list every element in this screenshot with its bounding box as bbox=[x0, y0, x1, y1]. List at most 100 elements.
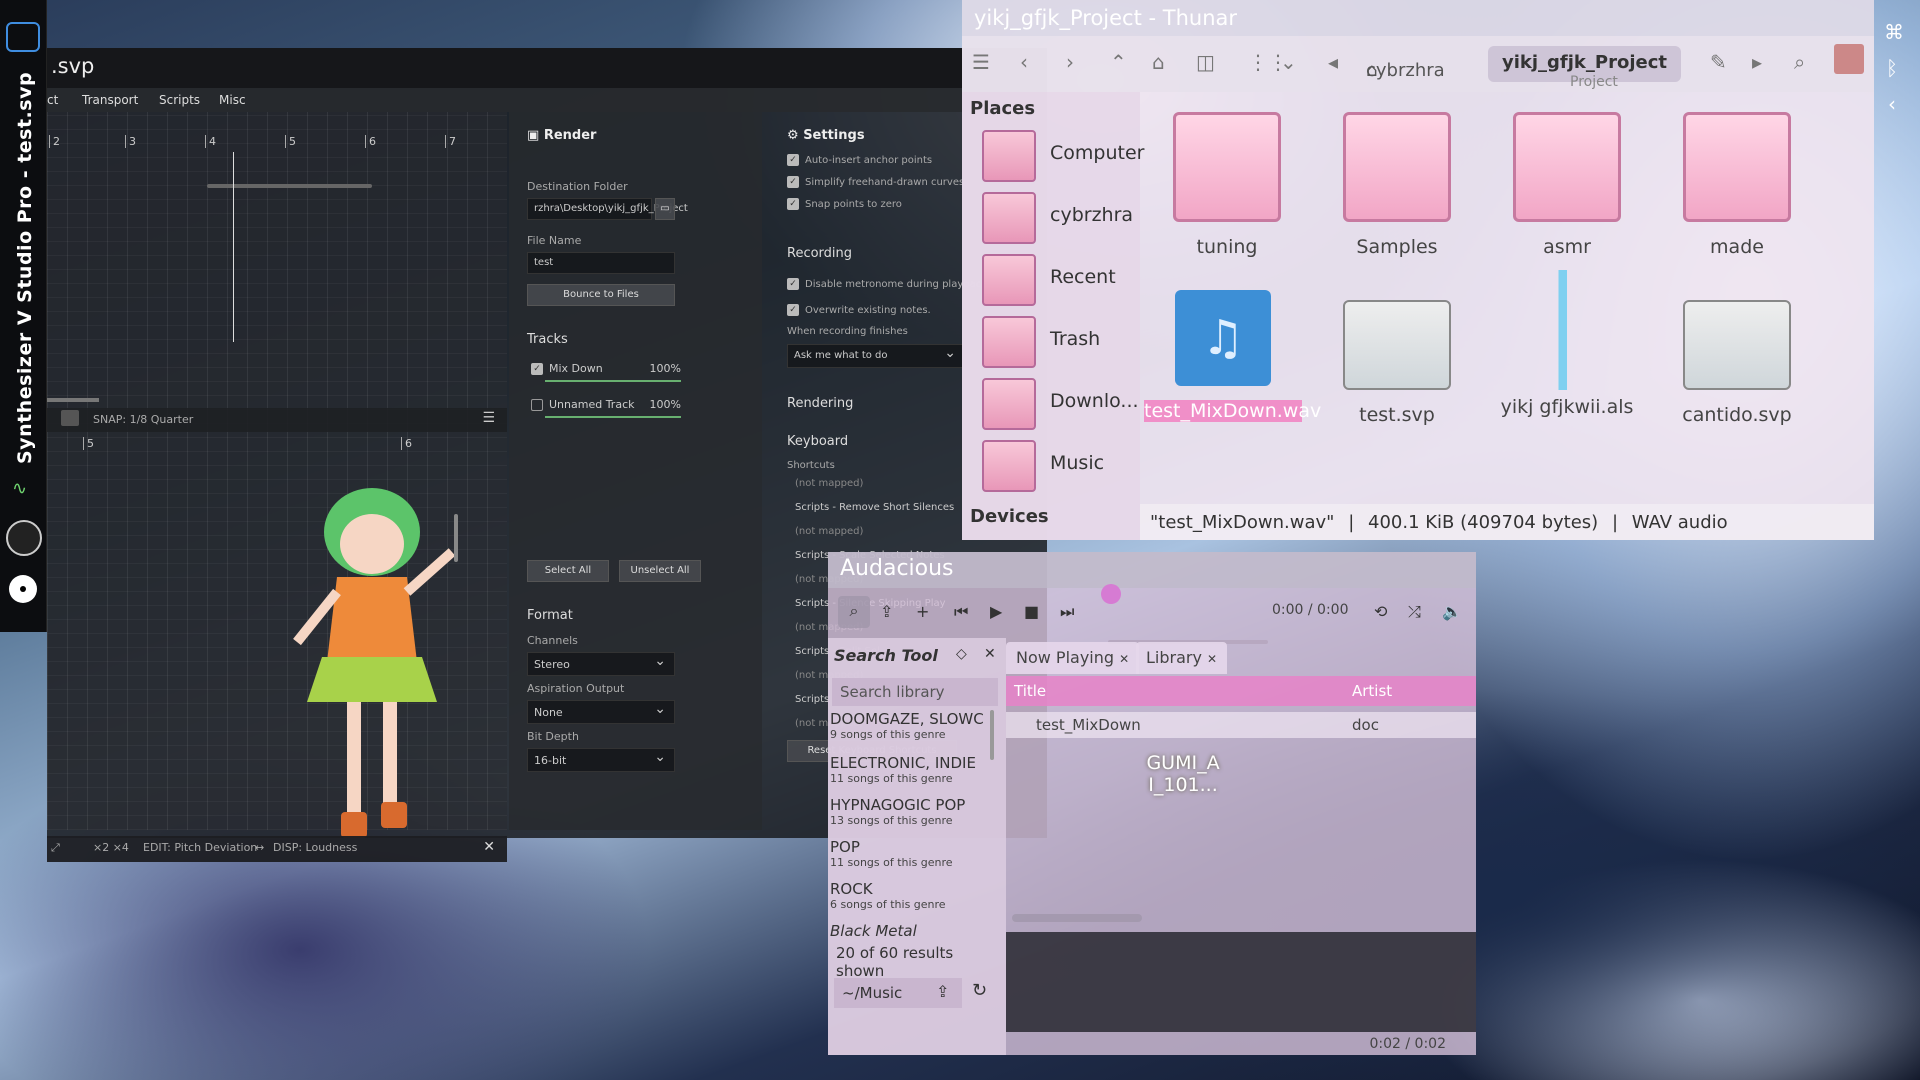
split-view-icon[interactable]: ◫ bbox=[1196, 50, 1215, 74]
home-icon[interactable]: ⌂ bbox=[1152, 50, 1165, 74]
timeline-ruler[interactable]: 2 3 4 5 6 7 bbox=[47, 132, 507, 152]
vertical-scrollbar[interactable] bbox=[454, 514, 458, 562]
file-name-field[interactable]: test bbox=[527, 252, 675, 274]
checkbox-icon[interactable] bbox=[531, 399, 543, 411]
display-mode[interactable]: DISP: Loudness bbox=[273, 841, 357, 854]
file-item-folder[interactable]: made bbox=[1662, 112, 1812, 258]
genre-item[interactable]: ELECTRONIC, INDIE 11 songs of this genre bbox=[830, 754, 1000, 785]
aspiration-select[interactable]: None bbox=[527, 700, 675, 724]
synthv-titlebar[interactable]: .svp bbox=[47, 48, 1047, 88]
right-arrow-icon[interactable]: ▸ bbox=[1752, 50, 1762, 74]
close-icon[interactable]: ✕ bbox=[1207, 652, 1217, 666]
place-recent[interactable]: Recent bbox=[982, 252, 1142, 308]
unselect-all-button[interactable]: Unselect All bbox=[619, 560, 701, 582]
checkbox-icon[interactable]: ✓ bbox=[787, 304, 799, 316]
file-item-svp[interactable]: cantido.svp bbox=[1662, 300, 1812, 426]
add-icon[interactable]: + bbox=[916, 602, 929, 621]
select-all-button[interactable]: Select All bbox=[527, 560, 609, 582]
genre-item[interactable]: DOOMGAZE, SLOWC 9 songs of this genre bbox=[830, 710, 1000, 741]
stop-icon[interactable]: ■ bbox=[1024, 602, 1039, 621]
swap-icon[interactable]: ↔ bbox=[255, 841, 264, 854]
file-item-folder[interactable]: asmr bbox=[1492, 112, 1642, 258]
upload-icon[interactable]: ⇪ bbox=[936, 982, 949, 1001]
shortcut-value[interactable]: (not mapped) bbox=[795, 526, 863, 537]
checkbox-icon[interactable]: ✓ bbox=[787, 176, 799, 188]
next-icon[interactable]: ⏭ bbox=[1060, 602, 1074, 622]
bounce-to-files-button[interactable]: Bounce to Files bbox=[527, 284, 675, 306]
edit-path-icon[interactable]: ✎ bbox=[1710, 50, 1727, 74]
genre-item[interactable]: ROCK 6 songs of this genre bbox=[830, 880, 1000, 911]
dest-folder-field[interactable]: rzhra\Desktop\yikj_gfjk_Project bbox=[527, 198, 688, 220]
audacious-titlebar[interactable]: Audacious bbox=[828, 552, 1476, 588]
place-music[interactable]: Music bbox=[982, 438, 1142, 494]
menu-item-misc[interactable]: Misc bbox=[219, 93, 246, 107]
place-trash[interactable]: Trash bbox=[982, 314, 1142, 370]
shuffle-icon[interactable]: ⤮ bbox=[1408, 602, 1421, 622]
search-library-input[interactable]: Search library bbox=[832, 678, 998, 706]
search-icon[interactable]: ⌕ bbox=[1794, 50, 1805, 74]
refresh-icon[interactable]: ↻ bbox=[972, 980, 987, 1001]
piano-roll[interactable]: 2 3 4 5 6 7 SNAP: 1/8 Quarter ☰ 5 6 ⤢ ×2… bbox=[47, 112, 507, 862]
command-icon[interactable]: ⌘ bbox=[1884, 20, 1904, 44]
setting-option[interactable]: ✓ Overwrite existing notes. bbox=[787, 304, 931, 316]
tab-library[interactable]: Library ✕ bbox=[1136, 642, 1228, 674]
folder-icon[interactable]: ▭ bbox=[655, 198, 675, 220]
shortcut-value[interactable]: (not mapped) bbox=[795, 478, 863, 489]
thunar-titlebar[interactable]: yikj_gfjk_Project - Thunar bbox=[962, 0, 1874, 36]
place-computer[interactable]: Computer bbox=[982, 128, 1144, 184]
bluetooth-icon[interactable]: ᛒ bbox=[1886, 56, 1898, 80]
menu-item-scripts[interactable]: Scripts bbox=[159, 93, 200, 107]
zoom-icon[interactable]: ⤢ bbox=[51, 841, 60, 855]
file-item-audio-selected[interactable]: ♫ test_MixDown.wav bbox=[1144, 284, 1321, 422]
back-icon[interactable]: ‹ bbox=[1020, 50, 1028, 74]
horizontal-scrollbar[interactable] bbox=[207, 184, 372, 188]
menu-icon[interactable]: ☰ bbox=[482, 410, 495, 426]
close-icon[interactable]: ✕ bbox=[483, 839, 495, 855]
collapse-icon[interactable]: ‹ bbox=[1888, 92, 1896, 116]
forward-icon[interactable]: › bbox=[1066, 50, 1074, 74]
genre-item[interactable]: Black Metal bbox=[830, 922, 1000, 940]
close-icon[interactable]: ✕ bbox=[984, 646, 996, 662]
search-icon[interactable]: ⌕ bbox=[838, 596, 870, 628]
playlist-row[interactable]: test_MixDown doc bbox=[1006, 712, 1476, 738]
tool-icon[interactable] bbox=[61, 410, 79, 426]
pin-icon[interactable]: ◇ bbox=[956, 646, 967, 662]
setting-option[interactable]: ✓ Simplify freehand-drawn curves bbox=[787, 176, 964, 188]
chevron-down-icon[interactable]: ⌄ bbox=[1280, 50, 1297, 74]
tab-now-playing[interactable]: Now Playing ✕ bbox=[1006, 642, 1140, 674]
menu-item-transport[interactable]: Transport bbox=[82, 93, 138, 107]
when-recording-select[interactable]: Ask me what to do bbox=[787, 344, 965, 368]
track-row[interactable]: ✓ Mix Down 100% bbox=[531, 362, 681, 382]
checkbox-icon[interactable]: ✓ bbox=[531, 363, 543, 375]
column-title[interactable]: Title bbox=[1014, 682, 1046, 700]
breadcrumb-home[interactable]: ⌂ cybrzhra bbox=[1352, 46, 1445, 82]
synthv-logo-icon[interactable]: ∿ bbox=[12, 478, 27, 499]
checkbox-icon[interactable]: ✓ bbox=[787, 198, 799, 210]
play-icon[interactable]: ▶ bbox=[990, 602, 1002, 621]
file-item-als[interactable]: yikj gfjkwii.als bbox=[1492, 270, 1642, 418]
file-item-folder[interactable]: tuning bbox=[1152, 112, 1302, 258]
left-arrow-icon[interactable]: ◂ bbox=[1328, 50, 1338, 74]
window-switcher-icon[interactable] bbox=[6, 22, 40, 52]
track-scrollbar[interactable] bbox=[47, 398, 99, 402]
checkbox-icon[interactable]: ✓ bbox=[787, 154, 799, 166]
track-row[interactable]: Unnamed Track 100% bbox=[531, 398, 681, 418]
playhead[interactable] bbox=[233, 152, 234, 342]
up-icon[interactable]: ⌃ bbox=[1110, 50, 1127, 74]
snap-setting[interactable]: SNAP: 1/8 Quarter bbox=[93, 413, 193, 426]
avatar[interactable] bbox=[1834, 44, 1864, 74]
setting-option[interactable]: ✓ Disable metronome during playback. bbox=[787, 278, 990, 290]
edit-mode[interactable]: EDIT: Pitch Deviation bbox=[143, 841, 257, 854]
genre-item[interactable]: POP 11 songs of this genre bbox=[830, 838, 1000, 869]
media-disc-icon[interactable] bbox=[9, 575, 37, 603]
channels-select[interactable]: Stereo bbox=[527, 652, 675, 676]
genre-item[interactable]: HYPNAGOGIC POP 13 songs of this genre bbox=[830, 796, 1000, 827]
close-icon[interactable]: ✕ bbox=[1119, 652, 1129, 666]
file-item-svp[interactable]: test.svp bbox=[1322, 300, 1472, 426]
menu-item-ct[interactable]: ct bbox=[47, 93, 58, 107]
open-icon[interactable]: ⇪ bbox=[880, 602, 893, 621]
setting-option[interactable]: ✓ Snap points to zero bbox=[787, 198, 902, 210]
multiplier-buttons[interactable]: ×2 ×4 bbox=[93, 841, 129, 854]
place-home[interactable]: cybrzhra bbox=[982, 190, 1142, 246]
bit-depth-select[interactable]: 16-bit bbox=[527, 748, 675, 772]
